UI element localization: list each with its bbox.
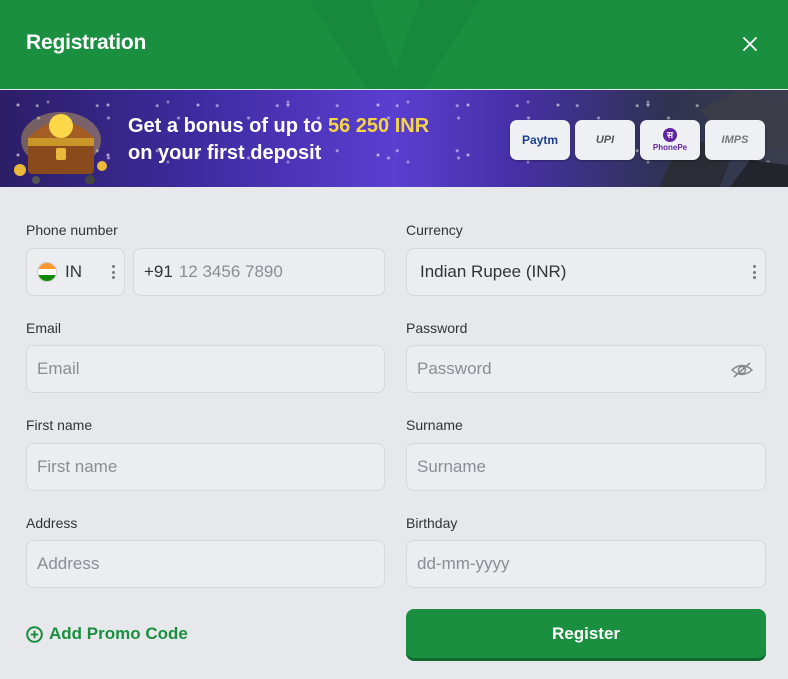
plus-circle-icon (26, 625, 43, 643)
bonus-text-line2: on your first deposit (128, 142, 322, 164)
email-label: Email (26, 320, 62, 336)
india-flag-icon (37, 262, 57, 282)
add-promo-code-link[interactable]: Add Promo Code (26, 624, 188, 644)
promo-label: Add Promo Code (49, 624, 188, 643)
password-label: Password (406, 320, 468, 336)
currency-value: Indian Rupee (INR) (420, 262, 567, 281)
surname-label: Surname (406, 417, 463, 433)
email-field[interactable] (37, 359, 384, 379)
address-label: Address (26, 515, 78, 531)
birthday-label: Birthday (406, 515, 458, 531)
eye-hidden-icon[interactable] (731, 360, 753, 380)
dial-code: +91 (144, 262, 173, 281)
imps-logo: IMPS (705, 120, 765, 160)
password-field-wrapper (406, 345, 766, 393)
country-code: IN (65, 262, 82, 281)
country-code-select[interactable]: IN (26, 248, 125, 296)
surname-field-wrapper (406, 443, 766, 491)
modal-title: Registration (26, 31, 147, 54)
password-field[interactable] (417, 359, 765, 379)
currency-label: Currency (406, 222, 463, 238)
birthday-field-wrapper (406, 540, 766, 588)
currency-select[interactable]: Indian Rupee (INR) (406, 248, 766, 296)
surname-field[interactable] (417, 457, 765, 477)
first-name-field-wrapper (26, 443, 385, 491)
logo-watermark-icon (310, 0, 480, 89)
birthday-field[interactable] (417, 554, 765, 574)
first-name-label: First name (26, 417, 93, 433)
bonus-amount: 56 250 INR (327, 115, 430, 137)
close-icon[interactable] (736, 30, 764, 58)
phone-label: Phone number (26, 222, 118, 238)
modal-header: Registration (0, 0, 788, 89)
phone-input[interactable]: +91 (133, 248, 385, 296)
paytm-logo: Paytm (510, 120, 570, 160)
upi-logo: UPI (575, 120, 635, 160)
phonepe-logo: स PhonePe (640, 120, 700, 160)
first-name-field[interactable] (37, 457, 384, 477)
register-button[interactable]: Register (406, 609, 766, 658)
address-field-wrapper (26, 540, 385, 588)
more-vertical-icon (111, 265, 115, 279)
bonus-text-line1: Get a bonus of up to 56 250 INR (128, 115, 430, 137)
email-field-wrapper (26, 345, 385, 393)
treasure-chest-icon (14, 112, 107, 184)
phone-number-field[interactable] (178, 262, 384, 282)
bonus-banner: Get a bonus of up to 56 250 INR on your … (0, 90, 788, 187)
address-field[interactable] (37, 554, 384, 574)
more-vertical-icon (752, 265, 756, 279)
